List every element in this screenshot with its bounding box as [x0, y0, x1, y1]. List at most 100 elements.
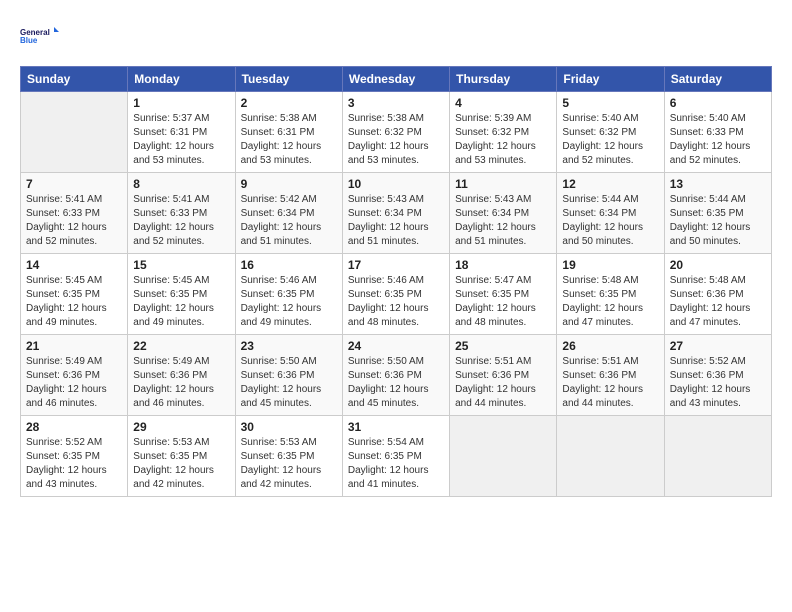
calendar-table: SundayMondayTuesdayWednesdayThursdayFrid… — [20, 66, 772, 497]
day-cell: 25 Sunrise: 5:51 AM Sunset: 6:36 PM Dayli… — [450, 335, 557, 416]
day-cell: 11Sunrise: 5:43 AM Sunset: 6:34 PM Dayli… — [450, 173, 557, 254]
day-cell: 31 Sunrise: 5:54 AM Sunset: 6:35 PM Dayli… — [342, 416, 449, 497]
day-cell: 19 Sunrise: 5:48 AM Sunset: 6:35 PM Dayli… — [557, 254, 664, 335]
day-info: Sunrise: 5:41 AM Sunset: 6:33 PM Dayligh… — [26, 193, 122, 249]
day-cell: 9 Sunrise: 5:42 AM Sunset: 6:34 PM Daylig… — [235, 173, 342, 254]
day-number: 6 — [670, 96, 766, 110]
week-row-4: 21 Sunrise: 5:49 AM Sunset: 6:36 PM Dayli… — [21, 335, 772, 416]
logo: General Blue — [20, 16, 60, 56]
day-cell: 2 Sunrise: 5:38 AM Sunset: 6:31 PM Daylig… — [235, 92, 342, 173]
day-info: Sunrise: 5:46 AM Sunset: 6:35 PM Dayligh… — [241, 274, 337, 330]
day-number: 10 — [348, 177, 444, 191]
day-cell: 4Sunrise: 5:39 AM Sunset: 6:32 PM Daylig… — [450, 92, 557, 173]
day-info: Sunrise: 5:49 AM Sunset: 6:36 PM Dayligh… — [26, 355, 122, 411]
week-row-2: 7 Sunrise: 5:41 AM Sunset: 6:33 PM Daylig… — [21, 173, 772, 254]
day-info: Sunrise: 5:48 AM Sunset: 6:36 PM Dayligh… — [670, 274, 766, 330]
day-number: 13 — [670, 177, 766, 191]
day-cell: 13 Sunrise: 5:44 AM Sunset: 6:35 PM Dayli… — [664, 173, 771, 254]
day-number: 4 — [455, 96, 551, 110]
header-row: SundayMondayTuesdayWednesdayThursdayFrid… — [21, 67, 772, 92]
col-header-sunday: Sunday — [21, 67, 128, 92]
day-cell: 30 Sunrise: 5:53 AM Sunset: 6:35 PM Dayli… — [235, 416, 342, 497]
day-cell: 8 Sunrise: 5:41 AM Sunset: 6:33 PM Daylig… — [128, 173, 235, 254]
day-number: 21 — [26, 339, 122, 353]
day-info: Sunrise: 5:54 AM Sunset: 6:35 PM Dayligh… — [348, 436, 444, 492]
day-info: Sunrise: 5:44 AM Sunset: 6:35 PM Dayligh… — [670, 193, 766, 249]
day-info: Sunrise: 5:46 AM Sunset: 6:35 PM Dayligh… — [348, 274, 444, 330]
day-info: Sunrise: 5:45 AM Sunset: 6:35 PM Dayligh… — [26, 274, 122, 330]
day-cell: 5Sunrise: 5:40 AM Sunset: 6:32 PM Daylig… — [557, 92, 664, 173]
logo-svg: General Blue — [20, 16, 60, 56]
day-number: 19 — [562, 258, 658, 272]
day-cell: 20 Sunrise: 5:48 AM Sunset: 6:36 PM Dayli… — [664, 254, 771, 335]
week-row-3: 14 Sunrise: 5:45 AM Sunset: 6:35 PM Dayli… — [21, 254, 772, 335]
day-info: Sunrise: 5:52 AM Sunset: 6:35 PM Dayligh… — [26, 436, 122, 492]
day-cell: 12 Sunrise: 5:44 AM Sunset: 6:34 PM Dayli… — [557, 173, 664, 254]
day-number: 8 — [133, 177, 229, 191]
col-header-friday: Friday — [557, 67, 664, 92]
day-number: 14 — [26, 258, 122, 272]
day-info: Sunrise: 5:38 AM Sunset: 6:31 PM Dayligh… — [241, 112, 337, 168]
day-info: Sunrise: 5:44 AM Sunset: 6:34 PM Dayligh… — [562, 193, 658, 249]
col-header-thursday: Thursday — [450, 67, 557, 92]
day-number: 25 — [455, 339, 551, 353]
day-info: Sunrise: 5:51 AM Sunset: 6:36 PM Dayligh… — [562, 355, 658, 411]
day-number: 2 — [241, 96, 337, 110]
day-number: 24 — [348, 339, 444, 353]
day-number: 17 — [348, 258, 444, 272]
header: General Blue — [20, 16, 772, 56]
day-number: 20 — [670, 258, 766, 272]
day-info: Sunrise: 5:43 AM Sunset: 6:34 PM Dayligh… — [348, 193, 444, 249]
day-number: 15 — [133, 258, 229, 272]
day-number: 12 — [562, 177, 658, 191]
day-number: 9 — [241, 177, 337, 191]
day-cell: 18Sunrise: 5:47 AM Sunset: 6:35 PM Dayli… — [450, 254, 557, 335]
day-info: Sunrise: 5:38 AM Sunset: 6:32 PM Dayligh… — [348, 112, 444, 168]
day-cell: 3 Sunrise: 5:38 AM Sunset: 6:32 PM Daylig… — [342, 92, 449, 173]
day-info: Sunrise: 5:53 AM Sunset: 6:35 PM Dayligh… — [133, 436, 229, 492]
day-cell: 15Sunrise: 5:45 AM Sunset: 6:35 PM Dayli… — [128, 254, 235, 335]
day-number: 30 — [241, 420, 337, 434]
day-number: 27 — [670, 339, 766, 353]
day-number: 28 — [26, 420, 122, 434]
day-info: Sunrise: 5:50 AM Sunset: 6:36 PM Dayligh… — [348, 355, 444, 411]
day-cell — [557, 416, 664, 497]
day-number: 5 — [562, 96, 658, 110]
day-cell: 28 Sunrise: 5:52 AM Sunset: 6:35 PM Dayli… — [21, 416, 128, 497]
day-number: 31 — [348, 420, 444, 434]
day-cell: 27 Sunrise: 5:52 AM Sunset: 6:36 PM Dayli… — [664, 335, 771, 416]
col-header-monday: Monday — [128, 67, 235, 92]
calendar-page: General Blue SundayMondayTuesdayWednesda… — [0, 0, 792, 507]
day-cell: 23Sunrise: 5:50 AM Sunset: 6:36 PM Dayli… — [235, 335, 342, 416]
week-row-5: 28 Sunrise: 5:52 AM Sunset: 6:35 PM Dayli… — [21, 416, 772, 497]
day-number: 3 — [348, 96, 444, 110]
day-number: 26 — [562, 339, 658, 353]
day-cell: 24 Sunrise: 5:50 AM Sunset: 6:36 PM Dayli… — [342, 335, 449, 416]
day-number: 1 — [133, 96, 229, 110]
day-info: Sunrise: 5:51 AM Sunset: 6:36 PM Dayligh… — [455, 355, 551, 411]
week-row-1: 1 Sunrise: 5:37 AM Sunset: 6:31 PM Daylig… — [21, 92, 772, 173]
day-cell: 22 Sunrise: 5:49 AM Sunset: 6:36 PM Dayli… — [128, 335, 235, 416]
day-number: 22 — [133, 339, 229, 353]
day-number: 29 — [133, 420, 229, 434]
day-cell — [450, 416, 557, 497]
day-number: 7 — [26, 177, 122, 191]
day-info: Sunrise: 5:48 AM Sunset: 6:35 PM Dayligh… — [562, 274, 658, 330]
day-info: Sunrise: 5:43 AM Sunset: 6:34 PM Dayligh… — [455, 193, 551, 249]
day-info: Sunrise: 5:41 AM Sunset: 6:33 PM Dayligh… — [133, 193, 229, 249]
day-info: Sunrise: 5:49 AM Sunset: 6:36 PM Dayligh… — [133, 355, 229, 411]
day-number: 18 — [455, 258, 551, 272]
day-info: Sunrise: 5:42 AM Sunset: 6:34 PM Dayligh… — [241, 193, 337, 249]
day-info: Sunrise: 5:52 AM Sunset: 6:36 PM Dayligh… — [670, 355, 766, 411]
day-cell — [664, 416, 771, 497]
day-cell: 1 Sunrise: 5:37 AM Sunset: 6:31 PM Daylig… — [128, 92, 235, 173]
day-cell — [21, 92, 128, 173]
day-info: Sunrise: 5:40 AM Sunset: 6:33 PM Dayligh… — [670, 112, 766, 168]
day-cell: 29 Sunrise: 5:53 AM Sunset: 6:35 PM Dayli… — [128, 416, 235, 497]
day-number: 16 — [241, 258, 337, 272]
day-cell: 16 Sunrise: 5:46 AM Sunset: 6:35 PM Dayli… — [235, 254, 342, 335]
day-info: Sunrise: 5:37 AM Sunset: 6:31 PM Dayligh… — [133, 112, 229, 168]
day-cell: 14 Sunrise: 5:45 AM Sunset: 6:35 PM Dayli… — [21, 254, 128, 335]
day-cell: 7 Sunrise: 5:41 AM Sunset: 6:33 PM Daylig… — [21, 173, 128, 254]
day-info: Sunrise: 5:53 AM Sunset: 6:35 PM Dayligh… — [241, 436, 337, 492]
